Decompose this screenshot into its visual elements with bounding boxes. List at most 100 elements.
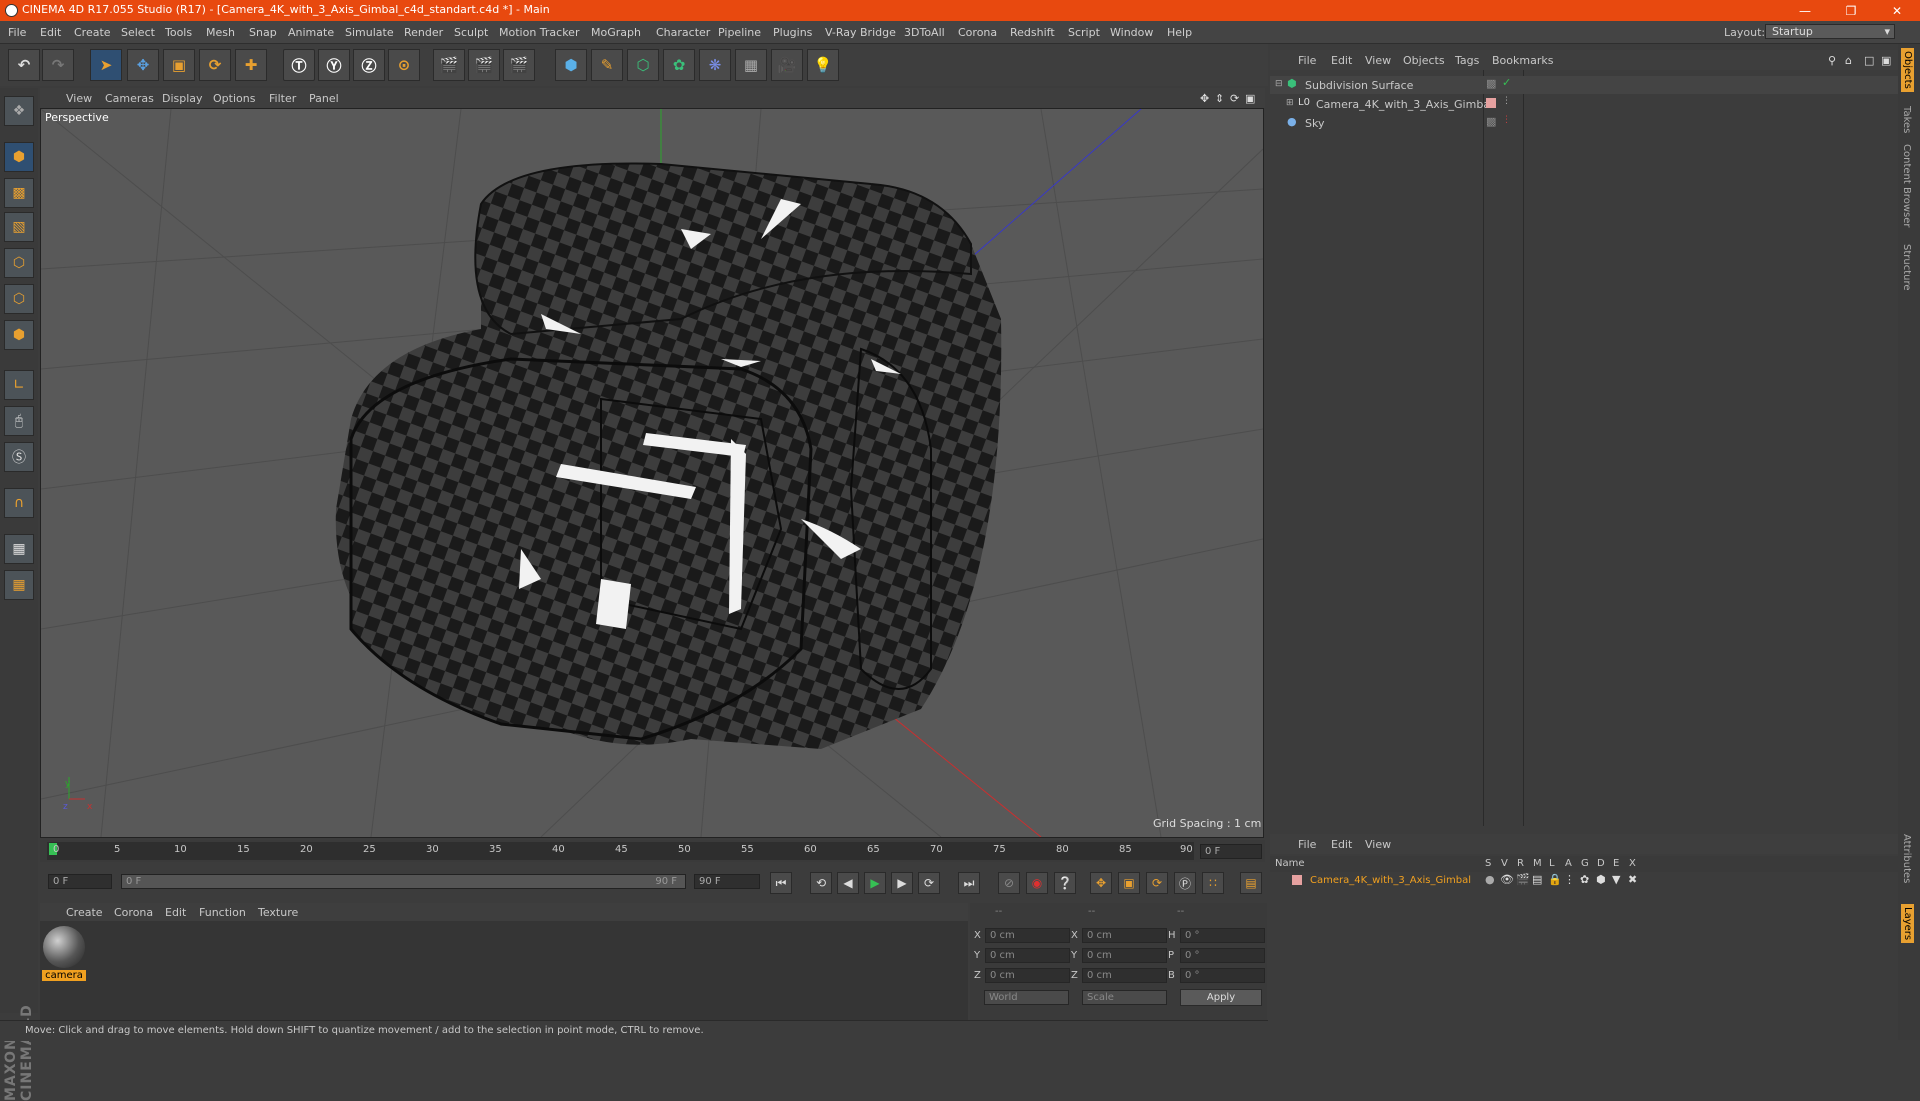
key-pla-icon[interactable]: ∷	[1202, 872, 1224, 894]
object-menu-tags[interactable]: Tags	[1455, 54, 1479, 67]
menu-3dtoall[interactable]: 3DToAll	[904, 26, 945, 39]
current-frame-field[interactable]: 0 F	[1200, 844, 1262, 859]
object-row[interactable]: ⊞ L0 Camera_4K_with_3_Axis_Gimbal ⋮	[1270, 95, 1898, 113]
select-arrow-icon[interactable]: ➤	[90, 49, 122, 81]
menu-motion-tracker[interactable]: Motion Tracker	[499, 26, 579, 39]
position-x-field[interactable]: 0 cm	[985, 928, 1070, 943]
pen-spline-icon[interactable]: ✎	[591, 49, 623, 81]
layer-color-swatch[interactable]	[1292, 875, 1302, 885]
material-menu-texture[interactable]: Texture	[258, 906, 298, 919]
menu-pipeline[interactable]: Pipeline	[718, 26, 761, 39]
transform-tool-icon[interactable]: ✚	[235, 49, 267, 81]
menu-script[interactable]: Script	[1068, 26, 1100, 39]
xref-flag-icon[interactable]: ✖	[1628, 873, 1637, 886]
size-z-field[interactable]: 0 cm	[1082, 968, 1167, 983]
play-icon[interactable]: ▶	[864, 872, 886, 894]
render-picture-viewer-icon[interactable]: 🎬	[468, 49, 500, 81]
minimize-icon[interactable]: —	[1782, 0, 1828, 21]
workplane-lock-icon[interactable]: ▦	[4, 534, 34, 564]
menu-mograph[interactable]: MoGraph	[591, 26, 641, 39]
key-scale-icon[interactable]: ▣	[1118, 872, 1140, 894]
layer-column-x[interactable]: X	[1629, 858, 1636, 869]
visibility-dots-icon[interactable]: ⋮	[1502, 96, 1511, 106]
menu-file[interactable]: File	[8, 26, 26, 39]
menu-tools[interactable]: Tools	[165, 26, 192, 39]
layer-color-icon[interactable]	[1486, 98, 1496, 108]
tab-objects[interactable]: Objects	[1901, 48, 1914, 92]
tab-layers[interactable]: Layers	[1901, 904, 1914, 944]
visibility-dots-icon[interactable]: ⋮	[1502, 115, 1511, 125]
render-settings-icon[interactable]: 🎬	[503, 49, 535, 81]
perspective-viewport[interactable]: Perspective y x z Grid Spacing : 1 cm	[40, 108, 1264, 838]
menu-corona[interactable]: Corona	[958, 26, 997, 39]
texture-mode-icon[interactable]: ▩	[4, 178, 34, 208]
viewport-menu-cameras[interactable]: Cameras	[105, 92, 154, 105]
points-mode-icon[interactable]: ⬡	[4, 248, 34, 278]
layer-column-a[interactable]: A	[1565, 858, 1572, 869]
step-forward-icon[interactable]: ▶	[891, 872, 913, 894]
render-view-icon[interactable]: 🎬	[433, 49, 465, 81]
layer-name[interactable]: Camera_4K_with_3_Axis_Gimbal	[1310, 875, 1471, 886]
scale-tool-icon[interactable]: ▣	[163, 49, 195, 81]
menu-snap[interactable]: Snap	[249, 26, 277, 39]
layer-row[interactable]: Camera_4K_with_3_Axis_Gimbal ● 👁 🎬 ▤ 🔒 ⋮…	[1270, 873, 1898, 889]
deformer-flag-icon[interactable]: ⬢	[1596, 873, 1606, 886]
axis-mode-icon[interactable]: ∟	[4, 370, 34, 400]
edges-mode-icon[interactable]: ⬡	[4, 284, 34, 314]
object-menu-view[interactable]: View	[1365, 54, 1391, 67]
make-editable-icon[interactable]: ❖	[4, 96, 34, 126]
expression-flag-icon[interactable]: ▼	[1612, 873, 1620, 886]
viewport-maximize-icon[interactable]: ▣	[1245, 92, 1255, 105]
layer-tag-icon[interactable]: ▩	[1486, 115, 1496, 128]
tab-content-browser[interactable]: Content Browser	[1901, 144, 1912, 227]
size-y-field[interactable]: 0 cm	[1082, 948, 1167, 963]
cube-object-icon[interactable]: ⬢	[555, 49, 587, 81]
menu-select[interactable]: Select	[121, 26, 155, 39]
undo-icon[interactable]: ↶	[8, 49, 40, 81]
layer-tag-icon[interactable]: ▩	[1486, 77, 1496, 90]
position-y-field[interactable]: 0 cm	[985, 948, 1070, 963]
snap-magnet-icon[interactable]: ∩	[4, 488, 34, 518]
object-menu-bookmarks[interactable]: Bookmarks	[1492, 54, 1553, 67]
light-object-icon[interactable]: 💡	[807, 49, 839, 81]
tweak-mode-icon[interactable]: 🖰	[4, 406, 34, 436]
home-icon[interactable]: ⌂	[1845, 54, 1852, 67]
timeline-ruler[interactable]: 0 5 10 15 20 25 30 35 40 45 50 55 60 65 …	[40, 840, 1265, 862]
menu-character[interactable]: Character	[656, 26, 710, 39]
position-z-field[interactable]: 0 cm	[985, 968, 1070, 983]
layer-column-g[interactable]: G	[1581, 858, 1589, 869]
move-tool-icon[interactable]: ✥	[127, 49, 159, 81]
go-to-start-icon[interactable]: ⏮	[770, 872, 792, 894]
material-swatch-camera[interactable]: camera	[42, 926, 86, 982]
coordinate-system-icon[interactable]: ⊙	[388, 49, 420, 81]
layer-column-d[interactable]: D	[1597, 858, 1605, 869]
material-menu-edit[interactable]: Edit	[165, 906, 186, 919]
size-x-field[interactable]: 0 cm	[1082, 928, 1167, 943]
viewport-move-icon[interactable]: ✥	[1200, 92, 1209, 105]
object-row[interactable]: ⊟ ⬢ Subdivision Surface ▩ ✓	[1270, 76, 1898, 94]
lock-flag-icon[interactable]: 🔒	[1548, 873, 1562, 886]
frame-range-slider[interactable]: 0 F 90 F	[121, 874, 686, 889]
close-icon[interactable]: ✕	[1874, 0, 1920, 21]
animation-flag-icon[interactable]: ⋮	[1564, 873, 1575, 886]
autokey-icon[interactable]: ❔	[1054, 872, 1076, 894]
layer-column-e[interactable]: E	[1613, 858, 1619, 869]
step-back-icon[interactable]: ◀	[837, 872, 859, 894]
end-frame-field[interactable]: 90 F	[694, 874, 760, 889]
collapse-icon[interactable]: ⊟	[1275, 79, 1283, 89]
timeline-window-icon[interactable]: ▤	[1240, 872, 1262, 894]
enabled-check-icon[interactable]: ✓	[1502, 76, 1511, 89]
generator-flag-icon[interactable]: ✿	[1580, 873, 1589, 886]
layer-menu-file[interactable]: File	[1298, 838, 1316, 851]
expand-icon[interactable]: ⊞	[1286, 98, 1294, 108]
next-key-icon[interactable]: ⟳	[918, 872, 940, 894]
menu-edit[interactable]: Edit	[40, 26, 61, 39]
x-axis-lock-icon[interactable]: Ⓣ	[283, 49, 315, 81]
key-parameter-icon[interactable]: Ⓟ	[1174, 872, 1196, 894]
key-position-icon[interactable]: ✥	[1090, 872, 1112, 894]
size-mode-dropdown[interactable]: Scale	[1082, 990, 1167, 1005]
rotation-h-field[interactable]: 0 °	[1180, 928, 1265, 943]
menu-animate[interactable]: Animate	[288, 26, 334, 39]
solo-flag-icon[interactable]: ●	[1485, 873, 1495, 886]
camera-object-icon[interactable]: 🎥	[771, 49, 803, 81]
